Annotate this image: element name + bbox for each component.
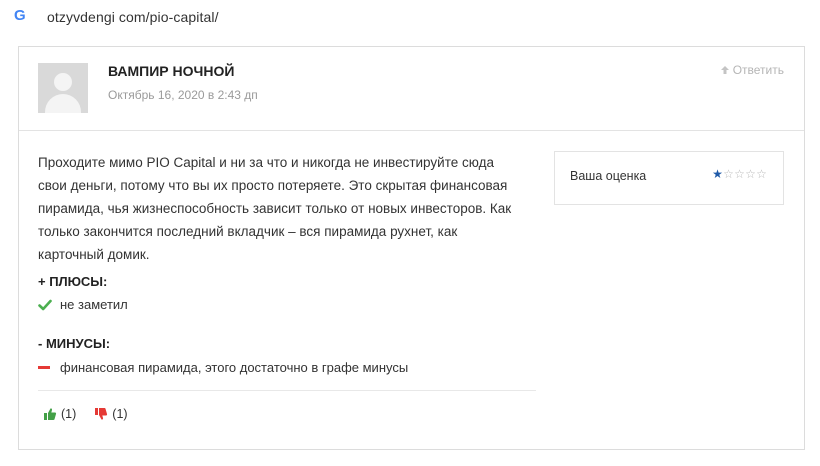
thumbs-down-icon [95,408,108,420]
reply-arrow-icon [720,66,729,74]
divider [38,390,536,391]
review-text: Проходите мимо PIO Capital и ни за что и… [38,155,512,262]
reply-label: Ответить [732,63,784,77]
star-icon[interactable]: ☆ [723,166,734,182]
google-g-icon: G [14,7,26,24]
thumbs-up-icon [44,408,57,420]
like-count: (1) [61,407,77,421]
cons-item: финансовая пирамида, этого достаточно в … [38,360,408,375]
rating-box: Ваша оценка ★ ☆ ☆ ☆ ☆ [554,151,784,205]
check-icon [38,299,52,310]
star-icon[interactable]: ☆ [745,166,756,182]
pros-title: + ПЛЮСЫ: [38,274,108,289]
review-date: Октябрь 16, 2020 в 2:43 дп [108,88,258,102]
review-header: ВАМПИР НОЧНОЙ Октябрь 16, 2020 в 2:43 дп… [19,47,804,131]
star-icon[interactable]: ☆ [734,166,745,182]
star-icon[interactable]: ☆ [756,166,767,182]
cons-item-text: финансовая пирамида, этого достаточно в … [60,360,409,375]
dislike-button[interactable]: (1) [94,407,128,421]
pros-item-text: не заметил [60,297,128,312]
avatar [38,63,88,113]
like-button[interactable]: (1) [43,407,76,421]
browser-bar: G otzyvdengi com/pio-capital/ [0,0,820,38]
vote-bar: (1) (1) [43,407,146,421]
avatar-body [45,94,81,113]
minus-icon [38,366,50,369]
url-text[interactable]: otzyvdengi com/pio-capital/ [47,9,219,25]
pros-item: не заметил [38,297,128,312]
reply-button[interactable]: Ответить [720,63,784,77]
avatar-head [54,73,72,91]
star-rating[interactable]: ★ ☆ ☆ ☆ ☆ [712,166,767,182]
author-name[interactable]: ВАМПИР НОЧНОЙ [108,63,234,79]
cons-title: - МИНУСЫ: [38,336,111,351]
dislike-count: (1) [112,407,128,421]
review-card: ВАМПИР НОЧНОЙ Октябрь 16, 2020 в 2:43 дп… [18,46,805,450]
star-icon[interactable]: ★ [712,166,723,182]
rating-label: Ваша оценка [570,169,647,183]
